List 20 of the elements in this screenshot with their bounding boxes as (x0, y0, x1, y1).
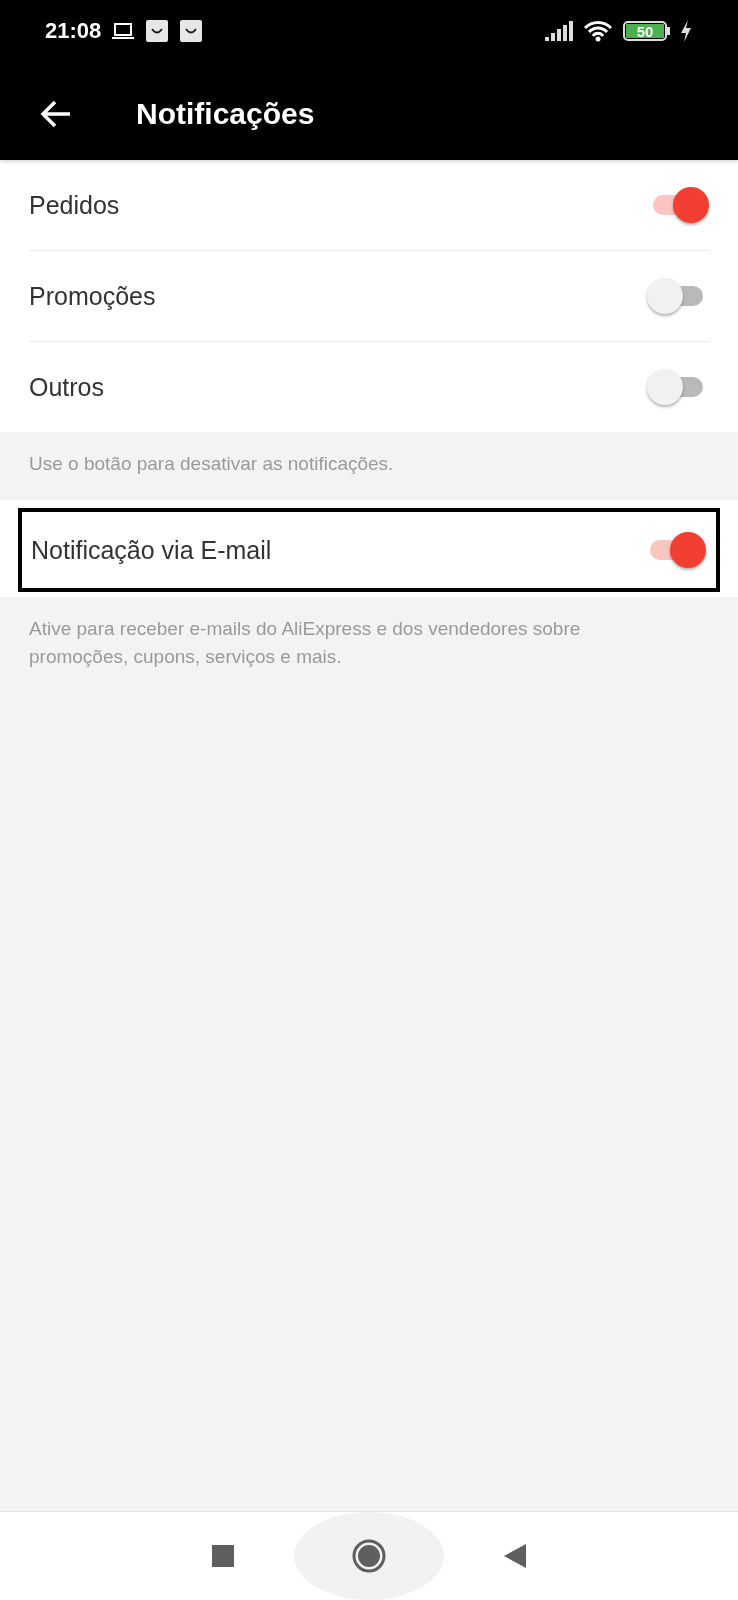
page-title: Notificações (136, 97, 315, 131)
laptop-icon (111, 22, 136, 40)
setting-label: Outros (29, 372, 106, 402)
setting-label: Pedidos (29, 190, 121, 220)
bag-icon (145, 19, 170, 43)
recents-icon (212, 1545, 234, 1567)
clock: 21:08 (45, 18, 102, 44)
wifi-icon (583, 20, 613, 42)
back-arrow-icon (40, 100, 72, 128)
home-icon (352, 1539, 386, 1573)
battery-icon: 50 (623, 21, 670, 41)
setting-label: Promoções (29, 281, 157, 311)
signal-icon (545, 21, 573, 41)
back-button[interactable] (504, 1544, 526, 1568)
bag-icon (179, 19, 204, 43)
back-icon (504, 1544, 526, 1568)
setting-label: Notificação via E-mail (31, 535, 273, 565)
hint-text: Use o botão para desativar as notificações. (28, 452, 395, 476)
charging-icon (680, 20, 692, 42)
hint-text: Ative para receber e-mails do AliExpress e dos vendedores sobre promoções, cupons, serviços e mais. (28, 617, 582, 669)
